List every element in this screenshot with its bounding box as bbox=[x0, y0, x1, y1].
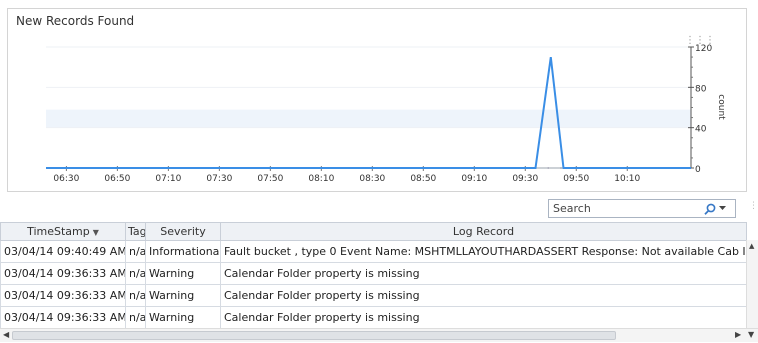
table-row[interactable]: 03/04/14 09:36:33 AM n/a Warning Calenda… bbox=[0, 284, 747, 307]
tag-cell: n/a bbox=[125, 284, 146, 307]
y-tick-label: 0 bbox=[695, 165, 701, 175]
x-tick-label: 07:50 bbox=[257, 174, 283, 184]
horizontal-scrollbar[interactable]: ◀ ▶ ▼ bbox=[0, 328, 758, 342]
toolbar-grip-icon: ⋮⋮ bbox=[749, 201, 758, 211]
column-label: TimeStamp bbox=[27, 225, 90, 238]
records-chart: 04080120count06:30 06:50 07:10 07:30 07:50 08… bbox=[46, 44, 726, 184]
table-row[interactable]: 03/04/14 09:40:49 AM n/a Informational F… bbox=[0, 240, 747, 263]
search-input[interactable] bbox=[549, 200, 697, 217]
x-tick-label: 08:30 bbox=[359, 174, 385, 184]
table-row[interactable]: 03/04/14 09:36:33 AM n/a Warning Calenda… bbox=[0, 306, 747, 329]
scroll-right-icon[interactable]: ▶ bbox=[735, 330, 741, 339]
x-tick-label: 10:10 bbox=[614, 174, 640, 184]
x-tick-label: 07:30 bbox=[206, 174, 232, 184]
timestamp-cell: 03/04/14 09:36:33 AM bbox=[0, 306, 126, 329]
chevron-down-icon bbox=[719, 206, 726, 210]
scroll-left-icon[interactable]: ◀ bbox=[3, 330, 9, 339]
x-tick-label: 09:10 bbox=[461, 174, 487, 184]
column-header-log-record[interactable]: Log Record bbox=[220, 222, 747, 241]
table-row[interactable]: 03/04/14 09:36:33 AM n/a Warning Calenda… bbox=[0, 262, 747, 285]
x-tick-label: 06:30 bbox=[53, 174, 79, 184]
y-tick-label: 80 bbox=[695, 84, 707, 94]
y-tick-label: 40 bbox=[695, 125, 707, 135]
search-box bbox=[548, 199, 736, 218]
grid-toolbar bbox=[0, 196, 758, 222]
x-tick-label: 08:10 bbox=[308, 174, 334, 184]
log-record-cell: Fault bucket , type 0 Event Name: MSHTML… bbox=[220, 240, 747, 263]
timestamp-cell: 03/04/14 09:40:49 AM bbox=[0, 240, 126, 263]
vertical-scrollbar[interactable]: ▲ bbox=[746, 240, 758, 328]
column-header-tag[interactable]: Tag bbox=[125, 222, 146, 241]
x-tick-label: 06:50 bbox=[104, 174, 130, 184]
tag-cell: n/a bbox=[125, 240, 146, 263]
timestamp-cell: 03/04/14 09:36:33 AM bbox=[0, 284, 126, 307]
severity-cell: Warning bbox=[145, 284, 221, 307]
log-record-cell: Calendar Folder property is missing bbox=[220, 262, 747, 285]
scroll-down-icon[interactable]: ▼ bbox=[748, 330, 754, 339]
y-axis-title: count bbox=[716, 94, 726, 120]
scrollbar-thumb[interactable] bbox=[12, 331, 616, 340]
scroll-up-icon[interactable]: ▲ bbox=[749, 242, 754, 250]
tag-cell: n/a bbox=[125, 262, 146, 285]
log-table: TimeStamp ▼ Tag Severity Log Record 03/04… bbox=[0, 222, 747, 329]
tag-cell: n/a bbox=[125, 306, 146, 329]
chart-band bbox=[46, 109, 691, 128]
x-tick-label: 08:50 bbox=[410, 174, 436, 184]
log-record-cell: Calendar Folder property is missing bbox=[220, 284, 747, 307]
new-records-panel: New Records Found 0 40 80 120 count 06:30 06:5… bbox=[7, 8, 747, 192]
severity-cell: Warning bbox=[145, 306, 221, 329]
timestamp-cell: 03/04/14 09:36:33 AM bbox=[0, 262, 126, 285]
search-icon bbox=[704, 203, 716, 215]
x-tick-label: 09:30 bbox=[512, 174, 538, 184]
x-tick-label: 07:10 bbox=[155, 174, 181, 184]
column-header-severity[interactable]: Severity bbox=[145, 222, 221, 241]
log-record-cell: Calendar Folder property is missing bbox=[220, 306, 747, 329]
severity-cell: Warning bbox=[145, 262, 221, 285]
x-tick-label: 09:50 bbox=[563, 174, 589, 184]
severity-cell: Informational bbox=[145, 240, 221, 263]
chart-menu-icon[interactable]: ⋮⋮⋮ bbox=[685, 36, 715, 46]
sort-desc-icon: ▼ bbox=[92, 228, 99, 237]
column-header-timestamp[interactable]: TimeStamp ▼ bbox=[0, 222, 126, 241]
search-button[interactable] bbox=[697, 201, 733, 216]
